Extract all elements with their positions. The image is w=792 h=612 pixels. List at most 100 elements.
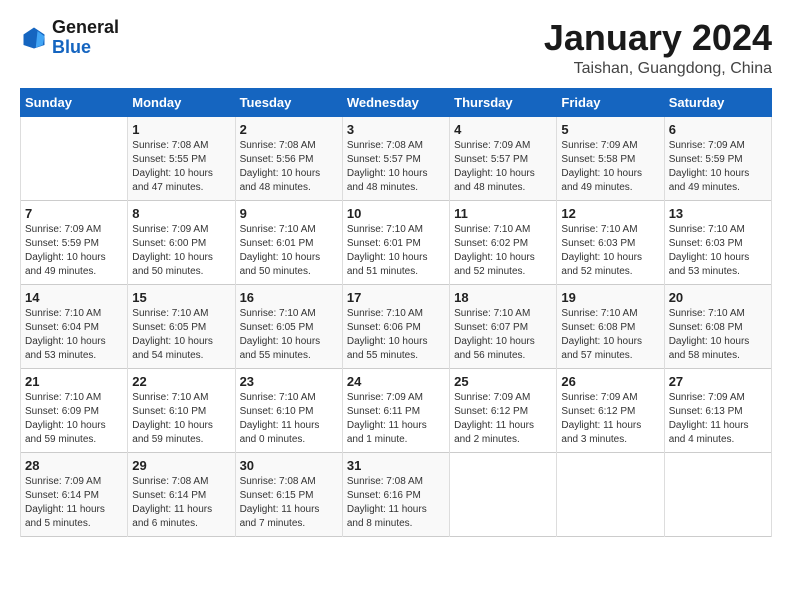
day-number: 18 bbox=[454, 290, 552, 305]
day-info: Sunrise: 7:10 AM Sunset: 6:05 PM Dayligh… bbox=[132, 307, 230, 363]
day-info: Sunrise: 7:08 AM Sunset: 6:16 PM Dayligh… bbox=[347, 475, 445, 531]
calendar-cell bbox=[21, 116, 128, 200]
day-number: 27 bbox=[669, 374, 767, 389]
day-number: 13 bbox=[669, 206, 767, 221]
day-info: Sunrise: 7:10 AM Sunset: 6:01 PM Dayligh… bbox=[347, 223, 445, 279]
day-info: Sunrise: 7:10 AM Sunset: 6:01 PM Dayligh… bbox=[240, 223, 338, 279]
day-info: Sunrise: 7:10 AM Sunset: 6:03 PM Dayligh… bbox=[669, 223, 767, 279]
calendar-cell: 22 Sunrise: 7:10 AM Sunset: 6:10 PM Dayli… bbox=[128, 368, 235, 452]
day-info: Sunrise: 7:08 AM Sunset: 6:15 PM Dayligh… bbox=[240, 475, 338, 531]
day-number: 17 bbox=[347, 290, 445, 305]
day-info: Sunrise: 7:09 AM Sunset: 6:12 PM Dayligh… bbox=[561, 391, 659, 447]
calendar-week-3: 14Sunrise: 7:10 AM Sunset: 6:04 PM Dayli… bbox=[21, 284, 772, 368]
day-number: 7 bbox=[25, 206, 123, 221]
calendar-cell: 28 Sunrise: 7:09 AM Sunset: 6:14 PM Dayli… bbox=[21, 452, 128, 536]
day-info: Sunrise: 7:09 AM Sunset: 6:14 PM Dayligh… bbox=[25, 475, 123, 531]
day-info: Sunrise: 7:10 AM Sunset: 6:10 PM Dayligh… bbox=[240, 391, 338, 447]
day-info: Sunrise: 7:10 AM Sunset: 6:06 PM Dayligh… bbox=[347, 307, 445, 363]
col-saturday: Saturday bbox=[664, 88, 771, 116]
calendar-cell: 15 Sunrise: 7:10 AM Sunset: 6:05 PM Dayli… bbox=[128, 284, 235, 368]
calendar-cell bbox=[450, 452, 557, 536]
calendar-cell: 3 Sunrise: 7:08 AM Sunset: 5:57 PM Daylig… bbox=[342, 116, 449, 200]
calendar-cell bbox=[664, 452, 771, 536]
page: General Blue January 2024 Taishan, Guang… bbox=[0, 0, 792, 547]
day-number: 14 bbox=[25, 290, 123, 305]
day-number: 29 bbox=[132, 458, 230, 473]
day-info: Sunrise: 7:09 AM Sunset: 6:12 PM Dayligh… bbox=[454, 391, 552, 447]
calendar-cell: 27 Sunrise: 7:09 AM Sunset: 6:13 PM Dayli… bbox=[664, 368, 771, 452]
calendar-week-1: 1 Sunrise: 7:08 AM Sunset: 5:55 PM Daylig… bbox=[21, 116, 772, 200]
calendar-cell: 2 Sunrise: 7:08 AM Sunset: 5:56 PM Daylig… bbox=[235, 116, 342, 200]
day-number: 1 bbox=[132, 122, 230, 137]
day-info: Sunrise: 7:09 AM Sunset: 6:11 PM Dayligh… bbox=[347, 391, 445, 447]
calendar-cell: 10 Sunrise: 7:10 AM Sunset: 6:01 PM Dayli… bbox=[342, 200, 449, 284]
calendar-cell: 31Sunrise: 7:08 AM Sunset: 6:16 PM Dayli… bbox=[342, 452, 449, 536]
col-tuesday: Tuesday bbox=[235, 88, 342, 116]
day-info: Sunrise: 7:08 AM Sunset: 5:55 PM Dayligh… bbox=[132, 139, 230, 195]
calendar-week-5: 28 Sunrise: 7:09 AM Sunset: 6:14 PM Dayli… bbox=[21, 452, 772, 536]
calendar-cell: 25Sunrise: 7:09 AM Sunset: 6:12 PM Dayli… bbox=[450, 368, 557, 452]
calendar-cell: 14Sunrise: 7:10 AM Sunset: 6:04 PM Dayli… bbox=[21, 284, 128, 368]
day-info: Sunrise: 7:10 AM Sunset: 6:05 PM Dayligh… bbox=[240, 307, 338, 363]
calendar-cell: 20 Sunrise: 7:10 AM Sunset: 6:08 PM Dayli… bbox=[664, 284, 771, 368]
day-info: Sunrise: 7:10 AM Sunset: 6:03 PM Dayligh… bbox=[561, 223, 659, 279]
calendar-week-2: 7 Sunrise: 7:09 AM Sunset: 5:59 PM Daylig… bbox=[21, 200, 772, 284]
calendar-cell: 21Sunrise: 7:10 AM Sunset: 6:09 PM Dayli… bbox=[21, 368, 128, 452]
calendar-cell: 18Sunrise: 7:10 AM Sunset: 6:07 PM Dayli… bbox=[450, 284, 557, 368]
logo: General Blue bbox=[20, 18, 119, 58]
day-number: 30 bbox=[240, 458, 338, 473]
calendar-cell: 4 Sunrise: 7:09 AM Sunset: 5:57 PM Daylig… bbox=[450, 116, 557, 200]
col-sunday: Sunday bbox=[21, 88, 128, 116]
day-number: 26 bbox=[561, 374, 659, 389]
day-info: Sunrise: 7:09 AM Sunset: 5:57 PM Dayligh… bbox=[454, 139, 552, 195]
day-number: 19 bbox=[561, 290, 659, 305]
day-number: 15 bbox=[132, 290, 230, 305]
calendar-cell: 26 Sunrise: 7:09 AM Sunset: 6:12 PM Dayli… bbox=[557, 368, 664, 452]
header-row: Sunday Monday Tuesday Wednesday Thursday… bbox=[21, 88, 772, 116]
day-number: 9 bbox=[240, 206, 338, 221]
calendar-table: Sunday Monday Tuesday Wednesday Thursday… bbox=[20, 88, 772, 537]
col-monday: Monday bbox=[128, 88, 235, 116]
day-number: 4 bbox=[454, 122, 552, 137]
calendar-cell: 9 Sunrise: 7:10 AM Sunset: 6:01 PM Daylig… bbox=[235, 200, 342, 284]
day-number: 10 bbox=[347, 206, 445, 221]
day-info: Sunrise: 7:10 AM Sunset: 6:02 PM Dayligh… bbox=[454, 223, 552, 279]
day-info: Sunrise: 7:10 AM Sunset: 6:09 PM Dayligh… bbox=[25, 391, 123, 447]
calendar-cell: 1 Sunrise: 7:08 AM Sunset: 5:55 PM Daylig… bbox=[128, 116, 235, 200]
calendar-cell: 12 Sunrise: 7:10 AM Sunset: 6:03 PM Dayli… bbox=[557, 200, 664, 284]
calendar-cell: 23Sunrise: 7:10 AM Sunset: 6:10 PM Dayli… bbox=[235, 368, 342, 452]
day-info: Sunrise: 7:08 AM Sunset: 5:56 PM Dayligh… bbox=[240, 139, 338, 195]
day-number: 3 bbox=[347, 122, 445, 137]
day-info: Sunrise: 7:08 AM Sunset: 5:57 PM Dayligh… bbox=[347, 139, 445, 195]
day-number: 8 bbox=[132, 206, 230, 221]
calendar-cell: 29 Sunrise: 7:08 AM Sunset: 6:14 PM Dayli… bbox=[128, 452, 235, 536]
day-number: 5 bbox=[561, 122, 659, 137]
header: General Blue January 2024 Taishan, Guang… bbox=[20, 18, 772, 78]
calendar-cell: 19 Sunrise: 7:10 AM Sunset: 6:08 PM Dayli… bbox=[557, 284, 664, 368]
calendar-cell: 13 Sunrise: 7:10 AM Sunset: 6:03 PM Dayli… bbox=[664, 200, 771, 284]
logo-text: General Blue bbox=[52, 18, 119, 58]
calendar-cell: 17 Sunrise: 7:10 AM Sunset: 6:06 PM Dayli… bbox=[342, 284, 449, 368]
day-info: Sunrise: 7:10 AM Sunset: 6:08 PM Dayligh… bbox=[669, 307, 767, 363]
calendar-cell: 24Sunrise: 7:09 AM Sunset: 6:11 PM Dayli… bbox=[342, 368, 449, 452]
day-info: Sunrise: 7:09 AM Sunset: 5:58 PM Dayligh… bbox=[561, 139, 659, 195]
calendar-cell: 7 Sunrise: 7:09 AM Sunset: 5:59 PM Daylig… bbox=[21, 200, 128, 284]
day-info: Sunrise: 7:10 AM Sunset: 6:10 PM Dayligh… bbox=[132, 391, 230, 447]
calendar-cell: 30 Sunrise: 7:08 AM Sunset: 6:15 PM Dayli… bbox=[235, 452, 342, 536]
day-info: Sunrise: 7:09 AM Sunset: 6:13 PM Dayligh… bbox=[669, 391, 767, 447]
day-info: Sunrise: 7:09 AM Sunset: 5:59 PM Dayligh… bbox=[25, 223, 123, 279]
day-number: 2 bbox=[240, 122, 338, 137]
day-number: 6 bbox=[669, 122, 767, 137]
day-number: 20 bbox=[669, 290, 767, 305]
col-thursday: Thursday bbox=[450, 88, 557, 116]
day-info: Sunrise: 7:09 AM Sunset: 6:00 PM Dayligh… bbox=[132, 223, 230, 279]
calendar-cell: 16 Sunrise: 7:10 AM Sunset: 6:05 PM Dayli… bbox=[235, 284, 342, 368]
day-number: 22 bbox=[132, 374, 230, 389]
day-info: Sunrise: 7:08 AM Sunset: 6:14 PM Dayligh… bbox=[132, 475, 230, 531]
day-number: 16 bbox=[240, 290, 338, 305]
col-wednesday: Wednesday bbox=[342, 88, 449, 116]
day-number: 12 bbox=[561, 206, 659, 221]
calendar-cell: 11Sunrise: 7:10 AM Sunset: 6:02 PM Dayli… bbox=[450, 200, 557, 284]
day-number: 28 bbox=[25, 458, 123, 473]
day-info: Sunrise: 7:10 AM Sunset: 6:08 PM Dayligh… bbox=[561, 307, 659, 363]
